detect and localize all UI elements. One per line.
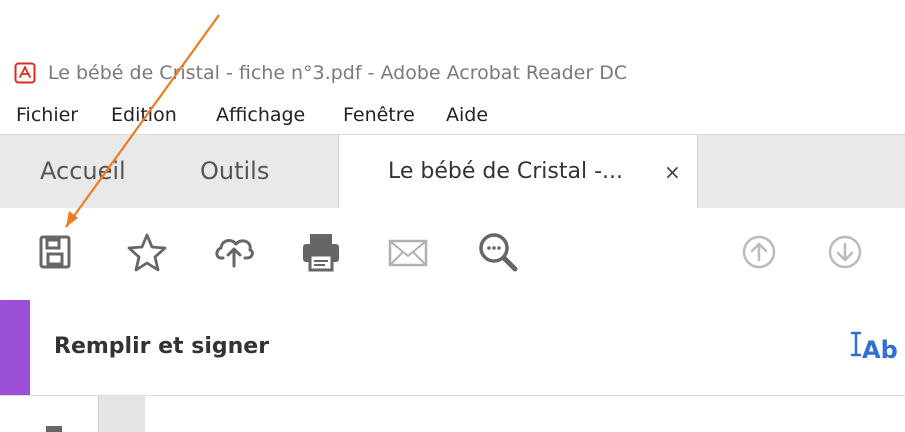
fill-and-sign-panel: Remplir et signer Ab (0, 300, 905, 396)
save-icon (34, 231, 76, 277)
menu-fichier[interactable]: Fichier (16, 104, 78, 126)
email-icon (384, 232, 432, 276)
text-cursor-icon (850, 330, 862, 364)
save-button[interactable] (31, 230, 79, 278)
menu-edition[interactable]: Edition (111, 104, 177, 126)
toolbar (0, 208, 905, 301)
cloud-upload-icon (211, 230, 257, 278)
menu-bar: Fichier Edition Affichage Fenêtre Aide (0, 101, 905, 131)
tab-home[interactable]: Accueil (40, 157, 126, 185)
close-tab-icon[interactable]: × (664, 160, 681, 184)
page-up-button[interactable] (735, 230, 783, 278)
upload-button[interactable] (210, 230, 258, 278)
search-button[interactable] (474, 230, 522, 278)
left-navigation-rail (98, 396, 145, 432)
fill-and-sign-title: Remplir et signer (54, 334, 270, 359)
acrobat-icon (14, 62, 36, 84)
document-area (0, 396, 905, 432)
zoom-search-icon (474, 228, 522, 280)
navigation-button[interactable] (46, 426, 62, 432)
window-title: Le bébé de Cristal - fiche n°3.pdf - Ado… (48, 62, 628, 84)
panel-accent (0, 300, 30, 395)
tab-tools[interactable]: Outils (200, 157, 269, 185)
menu-fenetre[interactable]: Fenêtre (343, 104, 415, 126)
document-tab-label: Le bébé de Cristal -... (388, 159, 623, 184)
bookmark-button[interactable] (123, 230, 171, 278)
add-text-label: Ab (862, 336, 898, 364)
menu-affichage[interactable]: Affichage (216, 104, 305, 126)
star-icon (125, 230, 169, 278)
page-up-icon (739, 232, 779, 276)
page-down-button[interactable] (821, 230, 869, 278)
tab-document[interactable]: Le bébé de Cristal -... × (338, 135, 698, 209)
page-down-icon (825, 232, 865, 276)
acrobat-reader-window: Le bébé de Cristal - fiche n°3.pdf - Ado… (0, 0, 905, 432)
print-button[interactable] (297, 230, 345, 278)
tab-strip: Accueil Outils Le bébé de Cristal -... × (0, 134, 905, 209)
email-button[interactable] (384, 230, 432, 278)
add-text-button[interactable]: Ab (850, 330, 898, 364)
print-icon (297, 230, 345, 278)
menu-aide[interactable]: Aide (446, 104, 488, 126)
title-bar: Le bébé de Cristal - fiche n°3.pdf - Ado… (0, 58, 905, 90)
